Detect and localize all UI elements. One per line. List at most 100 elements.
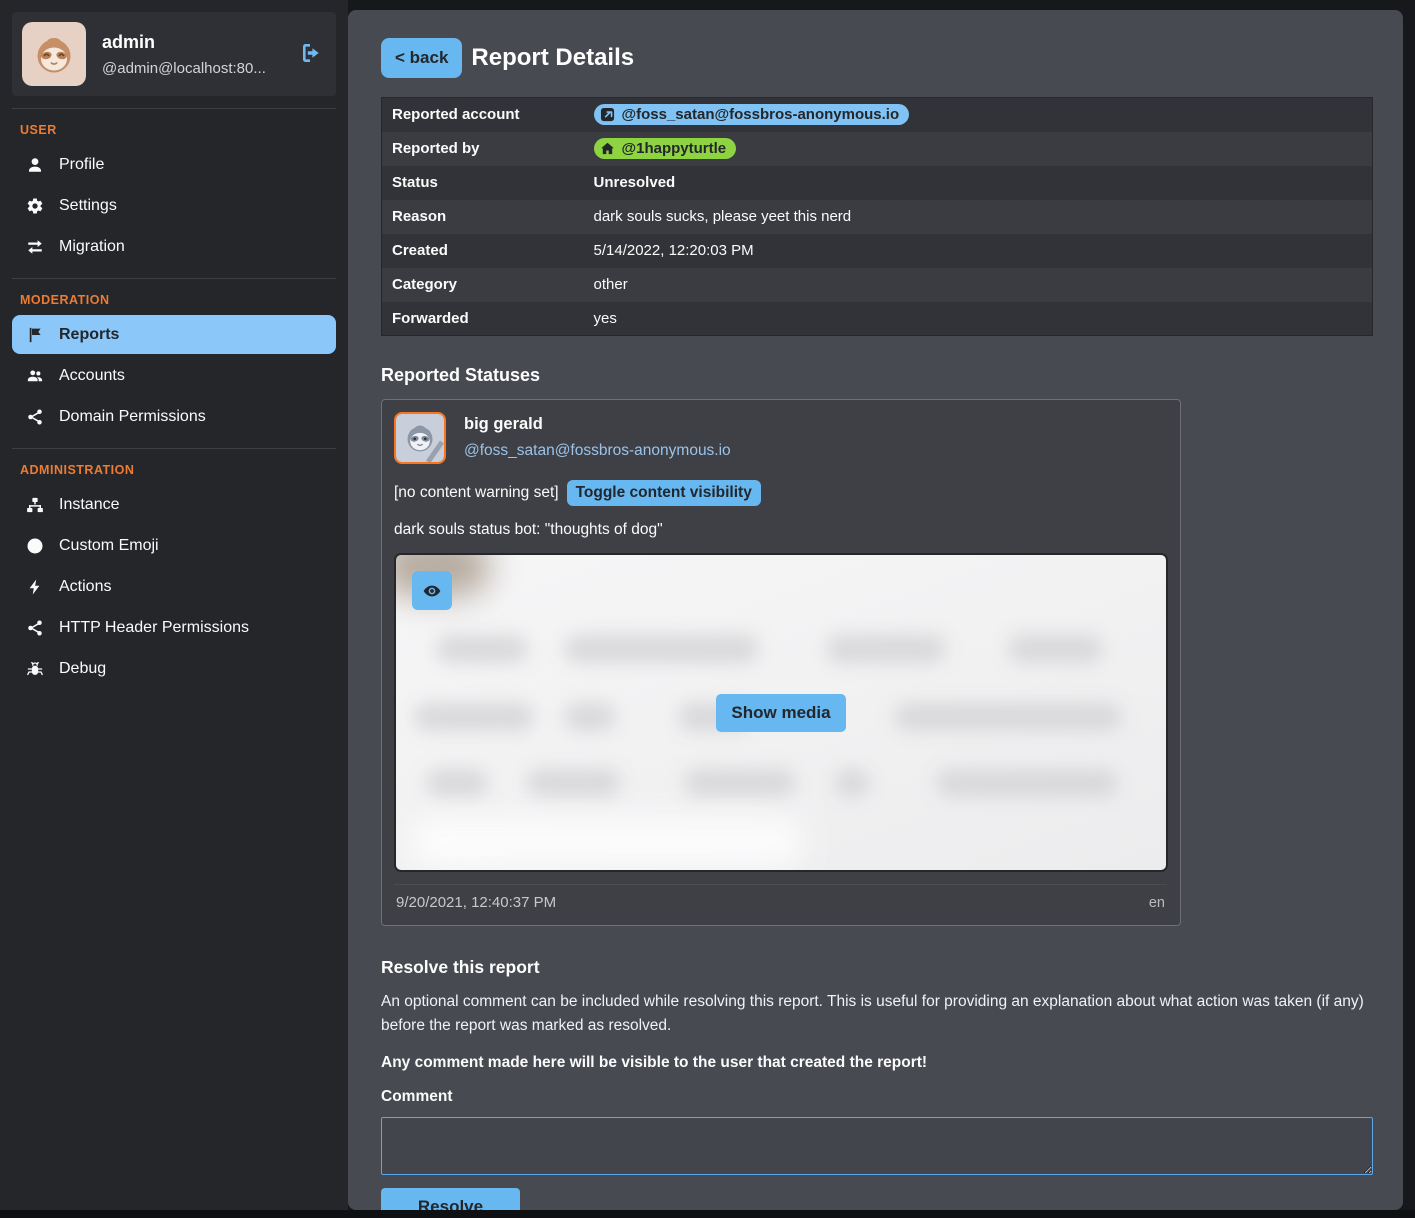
comment-input[interactable] <box>381 1117 1373 1175</box>
blur-blob <box>564 635 759 663</box>
sidebar-item-label: HTTP Header Permissions <box>59 619 249 637</box>
row-label: Reported by <box>382 132 584 166</box>
sidebar-item-instance[interactable]: Instance <box>12 485 336 524</box>
profile-name: admin <box>102 32 282 53</box>
sidebar-item-label: Custom Emoji <box>59 537 159 555</box>
right-left-arrows-icon <box>25 237 44 256</box>
status-avatar <box>394 412 446 464</box>
sidebar-item-settings[interactable]: Settings <box>12 186 336 225</box>
profile-card: admin @admin@localhost:80... <box>12 12 336 96</box>
content-warning-text: [no content warning set] <box>394 484 559 502</box>
resolve-warning: Any comment made here will be visible to… <box>381 1054 1373 1072</box>
reported-by-badge[interactable]: @1happyturtle <box>594 138 737 159</box>
sidebar-item-http-header-permissions[interactable]: HTTP Header Permissions <box>12 608 336 647</box>
resolve-button[interactable]: Resolve <box>381 1188 520 1210</box>
blur-blob <box>936 769 1118 797</box>
status-value: Unresolved <box>584 166 1373 200</box>
sidebar-item-label: Debug <box>59 660 106 678</box>
users-icon <box>25 366 44 385</box>
blur-blob <box>894 703 1122 731</box>
status-footer: 9/20/2021, 12:40:37 PM en <box>394 884 1167 917</box>
reported-by-handle: @1happyturtle <box>622 140 727 157</box>
sidebar-item-migration[interactable]: Migration <box>12 227 336 266</box>
sidebar-divider <box>12 448 336 449</box>
eye-toggle-button[interactable] <box>412 571 452 610</box>
admin-avatar <box>22 22 86 86</box>
status-content: dark souls status bot: "thoughts of dog" <box>394 521 1167 539</box>
toggle-content-visibility-button[interactable]: Toggle content visibility <box>567 480 761 506</box>
row-label: Created <box>382 234 584 268</box>
sidebar-item-label: Domain Permissions <box>59 408 206 426</box>
status-names: big gerald @foss_satan@fossbros-anonymou… <box>464 412 731 460</box>
external-link-icon <box>600 107 615 122</box>
main-area: < back Report Details Reported account @… <box>348 0 1415 1210</box>
sidebar-divider <box>12 278 336 279</box>
app-root: admin @admin@localhost:80... USER Profil… <box>0 0 1415 1210</box>
profile-names: admin @admin@localhost:80... <box>102 32 282 77</box>
resolve-description: An optional comment can be included whil… <box>381 990 1373 1038</box>
back-button[interactable]: < back <box>381 38 462 78</box>
sidebar-item-actions[interactable]: Actions <box>12 567 336 606</box>
table-row: Created 5/14/2022, 12:20:03 PM <box>382 234 1373 268</box>
sidebar-item-custom-emoji[interactable]: Custom Emoji <box>12 526 336 565</box>
row-label: Forwarded <box>382 302 584 336</box>
blur-blob <box>526 769 621 797</box>
created-value: 5/14/2022, 12:20:03 PM <box>584 234 1373 268</box>
sidebar-divider <box>12 108 336 109</box>
blur-blob <box>436 635 528 663</box>
bolt-icon <box>25 577 44 596</box>
sidebar-section-moderation: MODERATION <box>12 289 336 313</box>
sidebar-section-user: USER <box>12 119 336 143</box>
page-title: Report Details <box>471 44 634 72</box>
sidebar-item-label: Migration <box>59 238 125 256</box>
content-warning-row: [no content warning set] Toggle content … <box>394 480 1167 506</box>
blur-blob <box>426 769 488 797</box>
table-row: Status Unresolved <box>382 166 1373 200</box>
logout-icon[interactable] <box>298 41 324 67</box>
status-display-name: big gerald <box>464 415 731 434</box>
sidebar-section-administration: ADMINISTRATION <box>12 459 336 483</box>
sidebar-item-debug[interactable]: Debug <box>12 649 336 688</box>
row-label: Category <box>382 268 584 302</box>
title-row: < back Report Details <box>381 38 1373 78</box>
share-nodes-icon <box>25 618 44 637</box>
comment-label: Comment <box>381 1088 1373 1106</box>
table-row: Reported by @1happyturtle <box>382 132 1373 166</box>
sidebar-item-domain-permissions[interactable]: Domain Permissions <box>12 397 336 436</box>
status-language: en <box>1149 895 1165 911</box>
sidebar-item-profile[interactable]: Profile <box>12 145 336 184</box>
row-label: Reason <box>382 200 584 234</box>
forwarded-value: yes <box>584 302 1373 336</box>
sidebar-item-accounts[interactable]: Accounts <box>12 356 336 395</box>
reported-account-badge[interactable]: @foss_satan@fossbros-anonymous.io <box>594 104 910 125</box>
sidebar-item-label: Actions <box>59 578 111 596</box>
share-nodes-icon <box>25 407 44 426</box>
bug-icon <box>25 659 44 678</box>
blur-blob <box>564 703 616 731</box>
blur-blob <box>414 703 534 731</box>
sidebar-item-label: Accounts <box>59 367 125 385</box>
blur-blob <box>412 817 802 867</box>
blur-blob <box>684 769 796 797</box>
blur-blob <box>826 635 946 663</box>
table-row: Reported account @foss_satan@fossbros-an… <box>382 98 1373 132</box>
report-details-panel: < back Report Details Reported account @… <box>348 10 1403 1210</box>
sidebar-item-label: Reports <box>59 326 119 344</box>
flag-icon <box>25 325 44 344</box>
table-row: Reason dark souls sucks, please yeet thi… <box>382 200 1373 234</box>
blur-blob <box>1008 635 1103 663</box>
sitemap-icon <box>25 495 44 514</box>
row-label: Reported account <box>382 98 584 132</box>
table-row: Forwarded yes <box>382 302 1373 336</box>
status-media-blurred: Show media <box>394 553 1168 872</box>
row-label: Status <box>382 166 584 200</box>
profile-handle: @admin@localhost:80... <box>102 60 282 77</box>
report-details-table: Reported account @foss_satan@fossbros-an… <box>381 97 1373 336</box>
reason-value: dark souls sucks, please yeet this nerd <box>584 200 1373 234</box>
status-account-handle[interactable]: @foss_satan@fossbros-anonymous.io <box>464 442 731 460</box>
sidebar-item-label: Instance <box>59 496 119 514</box>
status-timestamp: 9/20/2021, 12:40:37 PM <box>396 894 556 911</box>
show-media-button[interactable]: Show media <box>716 694 846 732</box>
eye-icon <box>422 581 442 601</box>
sidebar-item-reports[interactable]: Reports <box>12 315 336 354</box>
